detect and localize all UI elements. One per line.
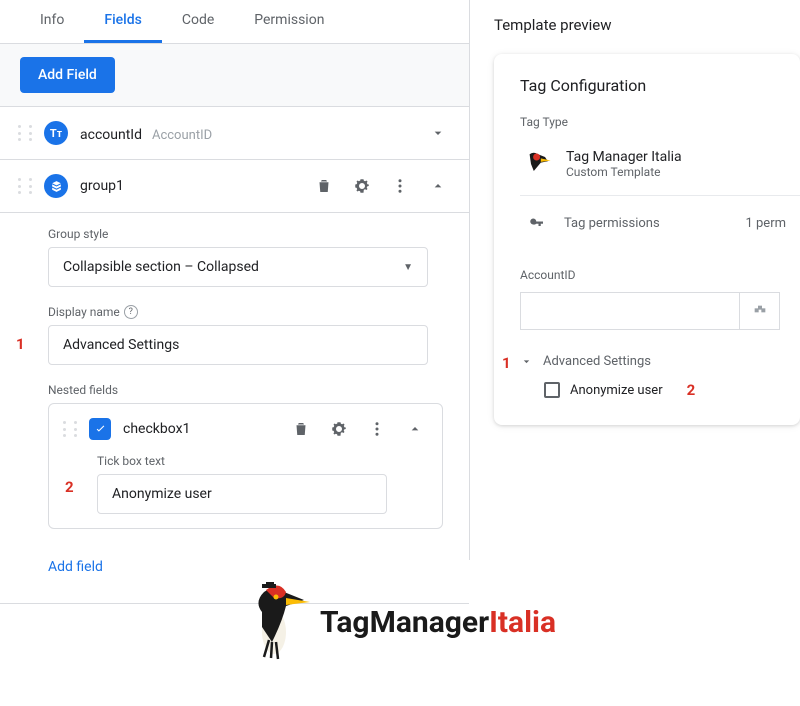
display-name-label: Display name ? xyxy=(48,305,451,319)
help-icon[interactable]: ? xyxy=(124,305,138,319)
more-vert-icon[interactable] xyxy=(364,416,390,442)
advanced-settings-toggle[interactable]: 1 Advanced Settings xyxy=(520,354,800,369)
display-name-input[interactable] xyxy=(48,325,428,365)
drag-handle-icon[interactable] xyxy=(18,125,32,141)
anonymize-row[interactable]: Anonymize user 2 xyxy=(520,381,800,399)
preview-title: Template preview xyxy=(494,16,800,34)
template-logo-icon xyxy=(524,150,552,178)
tab-permission[interactable]: Permission xyxy=(234,0,344,43)
tab-info[interactable]: Info xyxy=(20,0,84,43)
gear-icon[interactable] xyxy=(349,173,375,199)
group-style-label: Group style xyxy=(48,227,451,241)
preview-card: Tag Configuration Tag Type Tag Manager I… xyxy=(494,54,800,425)
drag-handle-icon[interactable] xyxy=(18,178,32,194)
template-sub: Custom Template xyxy=(566,165,682,179)
chevron-up-icon[interactable] xyxy=(402,416,428,442)
annotation-1: 1 xyxy=(16,335,25,353)
drag-handle-icon[interactable] xyxy=(63,421,77,437)
brand-logo-icon xyxy=(244,582,314,662)
tick-box-text-input[interactable] xyxy=(97,474,387,514)
checkbox-icon[interactable] xyxy=(544,382,560,398)
annotation-2: 2 xyxy=(65,478,74,496)
key-icon xyxy=(524,210,550,236)
dropdown-arrow-icon: ▼ xyxy=(403,262,413,273)
field-name: group1 xyxy=(80,178,124,194)
field-row-accountId[interactable]: Tᴛ accountId AccountID xyxy=(0,107,469,160)
add-field-button[interactable]: Add Field xyxy=(20,57,115,93)
brand-text: TagManagerItalia xyxy=(320,605,556,640)
group-style-select[interactable]: Collapsible section – Collapsed ▼ xyxy=(48,247,428,287)
delete-icon[interactable] xyxy=(311,173,337,199)
nested-card-checkbox1: checkbox1 xyxy=(48,403,443,529)
more-vert-icon[interactable] xyxy=(387,173,413,199)
tick-box-text-label: Tick box text xyxy=(97,454,428,468)
template-name: Tag Manager Italia xyxy=(566,149,682,165)
permissions-count: 1 perm xyxy=(745,216,786,231)
text-field-icon: Tᴛ xyxy=(44,121,68,145)
tabs: Info Fields Code Permission xyxy=(0,0,469,44)
field-name: checkbox1 xyxy=(123,421,190,437)
tab-code[interactable]: Code xyxy=(162,0,234,43)
annotation-1: 1 xyxy=(502,354,511,372)
gear-icon[interactable] xyxy=(326,416,352,442)
nested-fields-label: Nested fields xyxy=(48,383,451,397)
account-id-label: AccountID xyxy=(520,268,800,282)
tag-type-label: Tag Type xyxy=(520,115,800,129)
delete-icon[interactable] xyxy=(288,416,314,442)
chevron-down-icon[interactable] xyxy=(425,120,451,146)
annotation-2: 2 xyxy=(687,381,696,399)
field-name: accountId xyxy=(80,127,142,143)
account-id-input[interactable] xyxy=(520,292,740,330)
chevron-up-icon[interactable] xyxy=(425,173,451,199)
group-body: Group style Collapsible section – Collap… xyxy=(0,213,469,604)
field-hint: AccountID xyxy=(152,128,212,143)
preview-heading: Tag Configuration xyxy=(520,76,800,95)
chevron-down-icon xyxy=(520,355,533,368)
tag-permissions-row[interactable]: Tag permissions 1 perm xyxy=(520,195,800,250)
template-row[interactable]: Tag Manager Italia Custom Template xyxy=(520,139,800,189)
group-icon xyxy=(44,174,68,198)
field-row-group1[interactable]: group1 xyxy=(0,160,469,213)
checkbox-field-icon xyxy=(89,418,111,440)
variable-picker-icon[interactable] xyxy=(740,292,780,330)
tab-fields[interactable]: Fields xyxy=(84,0,161,43)
